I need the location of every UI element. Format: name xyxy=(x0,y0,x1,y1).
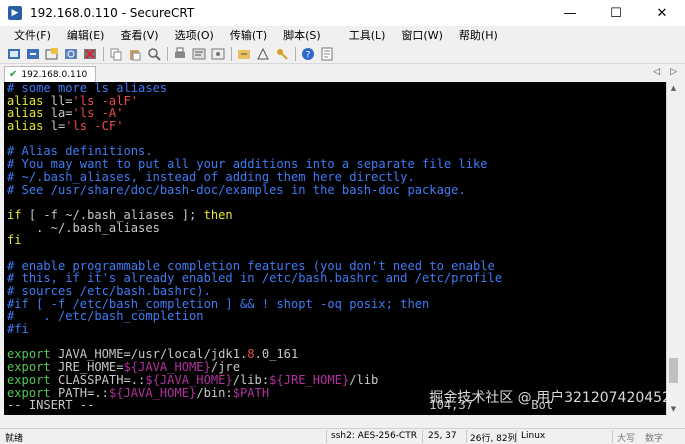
close-button[interactable]: ✕ xyxy=(639,0,685,26)
menu-window[interactable]: 窗口(W) xyxy=(393,27,450,43)
menu-bar: 文件(F) 编辑(E) 查看(V) 选项(O) 传输(T) 脚本(S) 工具(L… xyxy=(0,26,685,44)
status-bar: 就绪 ssh2: AES-256-CTR 25, 37 26行, 82列 Lin… xyxy=(0,428,685,444)
menu-edit[interactable]: 编辑(E) xyxy=(59,27,113,43)
status-ready: 就绪 xyxy=(5,434,24,444)
terminal-text: then xyxy=(203,207,233,222)
keymap-icon[interactable] xyxy=(255,46,271,62)
session-tab[interactable]: ✔ 192.168.0.110 xyxy=(4,66,96,82)
sftp-icon[interactable] xyxy=(236,46,252,62)
status-terminal-size: 26行, 82列 xyxy=(470,434,517,444)
terminal-scrollbar[interactable]: ▲ ▼ xyxy=(666,82,680,415)
terminal-text: alias xyxy=(7,119,51,134)
status-os: Linux xyxy=(521,431,546,441)
menu-transfer[interactable]: 传输(T) xyxy=(222,27,275,43)
status-cipher: ssh2: AES-256-CTR xyxy=(331,431,417,441)
terminal-text: 'ls -CF' xyxy=(65,119,124,134)
minimize-button[interactable]: — xyxy=(547,0,593,26)
watermark-text: 掘金技术社区 @ 用户3212074204​52 xyxy=(429,390,671,406)
tab-next-icon[interactable]: ▷ xyxy=(670,67,677,77)
title-bar: ▶ 192.168.0.110 - SecureCRT — ☐ ✕ xyxy=(0,0,685,26)
find-icon[interactable] xyxy=(146,46,162,62)
terminal-text: 8 xyxy=(247,347,255,362)
menu-script[interactable]: 脚本(S) xyxy=(275,27,329,43)
terminal-text: #fi xyxy=(7,322,29,337)
terminal-text: ${JRE_HOME} xyxy=(269,372,350,387)
disconnect-icon[interactable] xyxy=(82,46,98,62)
svg-text:?: ? xyxy=(306,50,311,60)
terminal-line: # See /usr/share/doc/bash-doc/examples i… xyxy=(4,182,666,197)
session-tab-bar: ✔ 192.168.0.110 ◁ ▷ xyxy=(0,64,685,82)
menu-help[interactable]: 帮助(H) xyxy=(451,27,506,43)
copy-icon[interactable] xyxy=(108,46,124,62)
terminal-text: # See /usr/share/doc/bash-doc/examples i… xyxy=(7,182,466,197)
terminal-text: l= xyxy=(50,119,66,134)
terminal-text: fi xyxy=(7,233,22,248)
quick-connect-icon[interactable] xyxy=(25,46,41,62)
status-caps-lock: 大写 xyxy=(617,434,636,444)
terminal-line: . ~/.bash_aliases xyxy=(4,220,666,235)
terminal-line: fi xyxy=(4,234,666,247)
status-num-lock: 数字 xyxy=(645,434,664,444)
terminal-line: #fi xyxy=(4,323,666,336)
maximize-button[interactable]: ☐ xyxy=(593,0,639,26)
scrollbar-thumb[interactable] xyxy=(669,358,678,384)
connected-check-icon: ✔ xyxy=(9,69,18,80)
terminal-line: alias l='ls -CF' xyxy=(4,120,666,133)
tab-prev-icon[interactable]: ◁ xyxy=(653,67,660,77)
menu-tools[interactable]: 工具(L) xyxy=(341,27,394,43)
connect-icon[interactable] xyxy=(6,46,22,62)
menu-options[interactable]: 选项(O) xyxy=(167,27,222,43)
session-options-icon[interactable] xyxy=(191,46,207,62)
terminal-text: # . /etc/bash_completion xyxy=(7,309,204,324)
terminal-screen[interactable]: # some more ls aliases alias ll='ls -alF'… xyxy=(4,82,666,415)
key-icon[interactable] xyxy=(274,46,290,62)
status-cursor-position: 25, 37 xyxy=(428,431,457,441)
terminal-text: /lib xyxy=(349,372,379,387)
connect-tab-icon[interactable] xyxy=(44,46,60,62)
print-icon[interactable] xyxy=(172,46,188,62)
global-options-icon[interactable] xyxy=(210,46,226,62)
terminal-text: .0_161 xyxy=(254,347,299,362)
securecrt-app-icon[interactable]: ▶ xyxy=(8,6,22,20)
terminal-text: . ~/.bash_aliases xyxy=(7,220,160,235)
terminal-line: # . /etc/bash_completion xyxy=(4,310,666,323)
menu-file[interactable]: 文件(F) xyxy=(6,27,59,43)
scroll-up-icon[interactable]: ▲ xyxy=(667,82,680,94)
session-tab-label: 192.168.0.110 xyxy=(21,69,88,80)
script-icon[interactable] xyxy=(319,46,335,62)
paste-icon[interactable] xyxy=(127,46,143,62)
help-icon[interactable]: ? xyxy=(300,46,316,62)
window-title: 192.168.0.110 - SecureCRT xyxy=(30,6,195,20)
menu-view[interactable]: 查看(V) xyxy=(112,27,166,43)
reconnect-icon[interactable] xyxy=(63,46,79,62)
toolbar: ? xyxy=(0,44,685,64)
